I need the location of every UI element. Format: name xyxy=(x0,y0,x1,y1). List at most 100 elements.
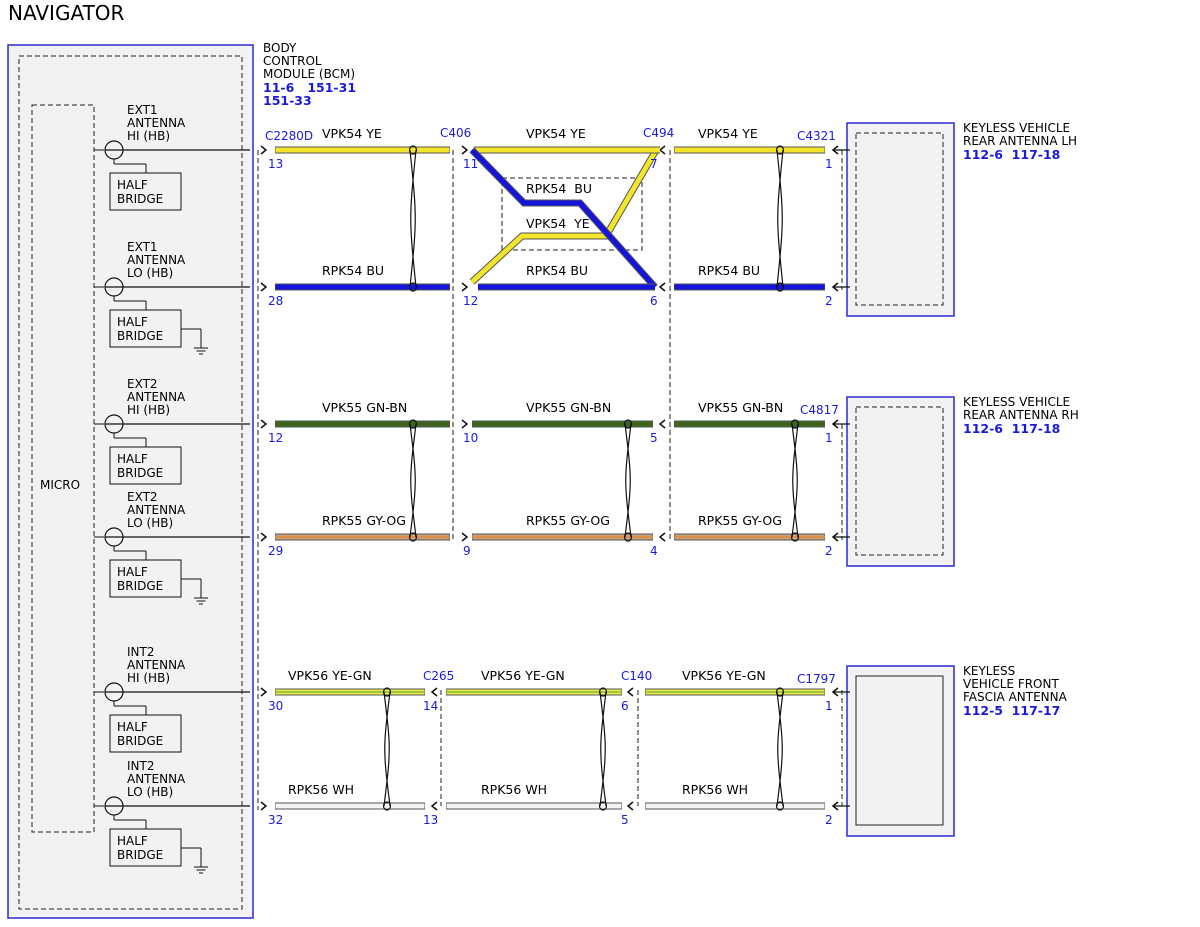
half-bridge-label: BRIDGE xyxy=(117,579,163,593)
connector-c2280d[interactable]: C2280D xyxy=(265,129,313,143)
device-rh-name-1: KEYLESS VEHICLE xyxy=(963,395,1070,409)
wire-circuit: VPK56 xyxy=(481,668,521,683)
connector-c4321[interactable]: C4321 xyxy=(797,129,836,143)
pin-number: 5 xyxy=(650,431,658,445)
half-bridge-label: BRIDGE xyxy=(117,329,163,343)
antenna-label-line: EXT1 xyxy=(127,240,158,254)
wire-label: RPK54 BU xyxy=(322,263,384,278)
antenna-label-line: ANTENNA xyxy=(127,253,186,267)
pin-number: 12 xyxy=(463,294,478,308)
connector-c406[interactable]: C406 xyxy=(440,126,471,140)
wire-circuit: VPK55 xyxy=(322,400,362,415)
twisted-pair-marker xyxy=(408,145,418,292)
wire-label: VPK54 YE xyxy=(526,126,586,141)
wire-label: VPK56 YE-GN xyxy=(481,668,565,683)
crossover-lower-label: VPK54 YE xyxy=(526,216,590,231)
pin-number: 28 xyxy=(268,294,283,308)
wire-color: GN-BN xyxy=(366,400,407,415)
wire-circuit: VPK56 xyxy=(288,668,328,683)
wire-circuit: VPK55 xyxy=(698,400,738,415)
wire-circuit: RPK55 xyxy=(698,513,738,528)
antenna-label-line: LO (HB) xyxy=(127,266,173,280)
wire-row-4 xyxy=(260,532,850,542)
pin-arrow xyxy=(658,419,666,429)
wire-label: RPK56 WH xyxy=(682,782,748,797)
crossover-upper-label: RPK54 BU xyxy=(526,181,592,196)
antenna-label-line: INT2 xyxy=(127,759,154,773)
wire-circuit: RPK56 xyxy=(682,782,722,797)
pin-number: 6 xyxy=(650,294,658,308)
antenna-label-line: ANTENNA xyxy=(127,503,186,517)
half-bridge-label: BRIDGE xyxy=(117,848,163,862)
pin-number: 9 xyxy=(463,544,471,558)
device-front-refs[interactable]: 112-5 117-17 xyxy=(963,703,1060,718)
antenna-label-line: ANTENNA xyxy=(127,658,186,672)
wire-color: GN-BN xyxy=(570,400,611,415)
wire-label: RPK55 GY-OG xyxy=(322,513,406,528)
pin-arrow xyxy=(658,532,666,542)
bcm-ref-2[interactable]: 151-33 xyxy=(263,93,312,108)
wire-circuit: RPK55 xyxy=(526,513,566,528)
half-bridge-label: HALF xyxy=(117,452,148,466)
pin-arrow xyxy=(461,145,469,155)
wire-color: YE xyxy=(365,126,382,141)
wire-color: YE-GN xyxy=(524,668,565,683)
twisted-pair-marker xyxy=(598,687,608,811)
pin-arrow xyxy=(260,687,268,697)
antenna-label-line: EXT1 xyxy=(127,103,158,117)
twisted-pair-marker xyxy=(775,145,785,292)
antenna-label-line: HI (HB) xyxy=(127,671,170,685)
wire-label: RPK54 BU xyxy=(526,263,588,278)
pin-arrow xyxy=(626,801,634,811)
wire-label: VPK55 GN-BN xyxy=(526,400,611,415)
pin-arrow xyxy=(461,419,469,429)
connector-c140[interactable]: C140 xyxy=(621,669,652,683)
wire-circuit: RPK56 xyxy=(288,782,328,797)
device-rh-refs[interactable]: 112-6 117-18 xyxy=(963,421,1060,436)
connector-c265[interactable]: C265 xyxy=(423,669,454,683)
wire-circuit: VPK54 xyxy=(526,126,566,141)
pin-number: 11 xyxy=(463,157,478,171)
device-lh-refs[interactable]: 112-6 117-18 xyxy=(963,147,1060,162)
connector-c4817[interactable]: C4817 xyxy=(800,403,839,417)
wire-color: GN-BN xyxy=(742,400,783,415)
wire-labels: VPK54 YE VPK54 YEVPK54 YE13 11 7 1RPK54 BU RP… xyxy=(268,126,833,827)
wire-circuit: RPK54 xyxy=(698,263,738,278)
device-front-name-3: FASCIA ANTENNA xyxy=(963,690,1068,704)
wire-row-3 xyxy=(260,419,850,429)
twisted-pair-marker xyxy=(790,419,800,542)
wire-color: GY-OG xyxy=(742,513,782,528)
bcm-name-line-2: CONTROL xyxy=(263,54,322,68)
pin-number: 1 xyxy=(825,699,833,713)
wire-row-6 xyxy=(260,801,850,811)
pin-number: 2 xyxy=(825,294,833,308)
connector-c494[interactable]: C494 xyxy=(643,126,674,140)
pin-arrow xyxy=(260,801,268,811)
twisted-pair-marker xyxy=(408,419,418,542)
wire-color: BU xyxy=(366,263,384,278)
rear-antenna-lh-box xyxy=(846,122,955,317)
antenna-label-line: ANTENNA xyxy=(127,116,186,130)
wiring-diagram: NAVIGATOR MICRO BODY CONTROL MODULE (BCM… xyxy=(7,1,1079,919)
pin-number: 10 xyxy=(463,431,478,445)
wire-color: WH xyxy=(726,782,748,797)
pin-number: 2 xyxy=(825,544,833,558)
connector-c1797[interactable]: C1797 xyxy=(797,672,836,686)
micro-label: MICRO xyxy=(40,478,80,492)
wire-circuit: VPK54 xyxy=(322,126,362,141)
pin-number: 1 xyxy=(825,431,833,445)
half-bridge-label: HALF xyxy=(117,720,148,734)
twisted-pair-marker xyxy=(775,687,785,811)
pin-number: 13 xyxy=(268,157,283,171)
device-rh-name-2: REAR ANTENNA RH xyxy=(963,408,1079,422)
wire-label: VPK54 YE xyxy=(322,126,382,141)
pin-arrow xyxy=(626,687,634,697)
wire-color: WH xyxy=(525,782,547,797)
pin-number: 7 xyxy=(650,157,658,171)
pin-arrow xyxy=(260,419,268,429)
wire-label: RPK56 WH xyxy=(288,782,354,797)
antenna-label-line: INT2 xyxy=(127,645,154,659)
wire-color: GY-OG xyxy=(570,513,610,528)
wire-color: YE xyxy=(741,126,758,141)
pin-number: 1 xyxy=(825,157,833,171)
